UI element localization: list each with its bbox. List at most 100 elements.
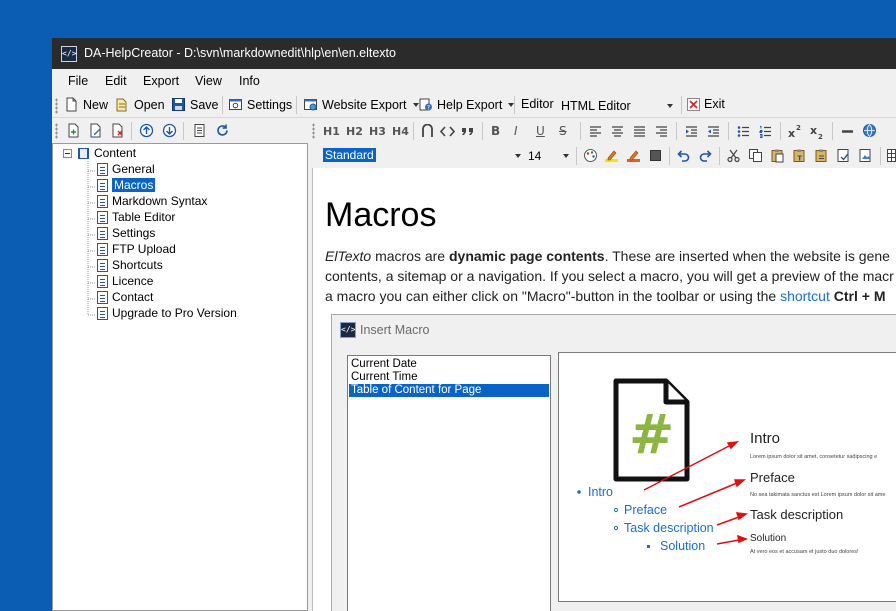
toolbar-separator: [880, 147, 881, 165]
heading4-button[interactable]: H4: [392, 125, 409, 138]
delete-page-icon[interactable]: [110, 123, 125, 138]
editor-pane[interactable]: Macros ElTexto macros are dynamic page c…: [312, 168, 896, 611]
indent-icon[interactable]: [684, 124, 699, 139]
website-export-button[interactable]: Website Export: [303, 97, 419, 112]
tree-item[interactable]: Settings: [97, 226, 155, 240]
heading2-button[interactable]: H2: [346, 125, 363, 138]
title-bar[interactable]: </> DA-HelpCreator - D:\svn\markdownedit…: [52, 38, 896, 69]
settings-button[interactable]: Settings: [228, 97, 292, 112]
brand-name: ElTexto: [325, 248, 372, 264]
undo-icon[interactable]: [676, 148, 691, 163]
menu-export[interactable]: Export: [143, 74, 179, 88]
tree-item[interactable]: Shortcuts: [97, 258, 163, 272]
editor-select[interactable]: HTML Editor: [557, 96, 677, 115]
heading3-button[interactable]: H3: [369, 125, 386, 138]
code-block-icon[interactable]: [420, 124, 435, 139]
insert-link-icon[interactable]: [862, 123, 877, 138]
tree-item[interactable]: Macros: [97, 178, 156, 192]
save-button[interactable]: Save: [171, 97, 219, 112]
font-size-value: 14: [528, 149, 542, 163]
svg-text:x: x: [788, 127, 795, 139]
help-export-icon: ?: [419, 98, 432, 111]
insert-table-icon[interactable]: [886, 148, 896, 163]
toolbar-separator: [676, 122, 677, 140]
toolbar-separator: [413, 122, 414, 140]
insert-image-icon[interactable]: [858, 148, 873, 163]
tree-item[interactable]: General: [97, 162, 155, 176]
page-icon: [97, 242, 108, 256]
outdent-icon[interactable]: [706, 124, 721, 139]
menu-edit[interactable]: Edit: [105, 74, 127, 88]
svg-text:x: x: [810, 124, 817, 137]
refresh-icon[interactable]: [215, 123, 230, 138]
paragraph-text: macros are: [371, 248, 449, 264]
underline-button[interactable]: U: [536, 124, 545, 138]
subscript-icon[interactable]: x2: [810, 124, 825, 139]
toc-item-intro: Intro: [588, 485, 613, 499]
bold-button[interactable]: B: [491, 124, 500, 138]
color-palette-icon[interactable]: [583, 148, 598, 163]
menu-file[interactable]: File: [68, 74, 88, 88]
strikethrough-button[interactable]: S: [559, 124, 567, 138]
cut-icon[interactable]: [726, 148, 741, 163]
align-right-icon[interactable]: [654, 124, 669, 139]
menu-view[interactable]: View: [195, 74, 222, 88]
numbered-list-icon[interactable]: [758, 124, 773, 139]
edit-page-icon[interactable]: [88, 123, 103, 138]
website-export-label: Website Export: [322, 97, 407, 112]
exit-button[interactable]: Exit: [687, 97, 725, 111]
tree-item[interactable]: Markdown Syntax: [97, 194, 207, 208]
font-size-select[interactable]: 14: [525, 146, 571, 165]
help-export-button[interactable]: ? Help Export: [418, 97, 515, 112]
chevron-down-icon: [667, 103, 673, 108]
move-down-icon[interactable]: [162, 123, 177, 138]
insert-macro-dialog-image: </> Insert Macro Current Date Current Tim…: [331, 314, 896, 611]
insert-macro-icon[interactable]: [836, 148, 851, 163]
copy-icon[interactable]: [748, 148, 763, 163]
new-button[interactable]: New: [64, 97, 108, 112]
align-justify-icon[interactable]: [632, 124, 647, 139]
add-page-icon[interactable]: [66, 123, 81, 138]
highlight-icon[interactable]: [604, 148, 619, 163]
tree-item[interactable]: Contact: [97, 290, 153, 304]
redo-icon[interactable]: [698, 148, 713, 163]
tree-item[interactable]: Table Editor: [97, 210, 175, 224]
paste-text-icon[interactable]: T: [792, 148, 807, 163]
heading1-button[interactable]: H1: [323, 125, 340, 138]
toolbar-grip[interactable]: [55, 123, 58, 139]
tree-item[interactable]: Licence: [97, 274, 153, 288]
dialog-title: Insert Macro: [360, 323, 430, 337]
preview-heading-intro: Intro: [750, 430, 780, 447]
quote-icon[interactable]: [460, 124, 475, 139]
align-center-icon[interactable]: [610, 124, 625, 139]
paste-icon[interactable]: [770, 148, 785, 163]
open-button[interactable]: Open: [115, 97, 165, 112]
page-icon: [97, 210, 108, 224]
horizontal-rule-icon[interactable]: [840, 124, 855, 139]
shortcut-link[interactable]: shortcut: [780, 288, 830, 304]
tree-root[interactable]: Content: [77, 146, 136, 160]
page-icon: [97, 274, 108, 288]
page-icon: [97, 178, 108, 192]
style-select[interactable]: Standard: [323, 146, 523, 165]
move-up-icon[interactable]: [139, 123, 154, 138]
paste-special-icon[interactable]: [814, 148, 829, 163]
toolbar-grip[interactable]: [55, 98, 58, 114]
text-color-icon[interactable]: [626, 148, 641, 163]
toolbar-grip[interactable]: [312, 123, 315, 139]
toolbar-separator: [669, 147, 670, 165]
menu-info[interactable]: Info: [239, 74, 260, 88]
superscript-icon[interactable]: x2: [788, 124, 803, 139]
tree-item[interactable]: Upgrade to Pro Version: [97, 306, 237, 320]
paragraph-bold: Ctrl + M: [833, 288, 886, 304]
bullet-list-icon[interactable]: [736, 124, 751, 139]
tree-item[interactable]: FTP Upload: [97, 242, 176, 256]
italic-button[interactable]: I: [514, 124, 518, 138]
preview-text-1: Lorem ipsum dolor sit amet, consetetur s…: [750, 454, 877, 460]
page-properties-icon[interactable]: [192, 123, 207, 138]
code-inline-icon[interactable]: [440, 124, 455, 139]
preview-text-3: At vero eos et accusam et justo duo dolo…: [750, 549, 859, 555]
preview-heading-task-description: Task description: [750, 507, 843, 522]
align-left-icon[interactable]: [588, 124, 603, 139]
clear-format-icon[interactable]: [648, 148, 663, 163]
